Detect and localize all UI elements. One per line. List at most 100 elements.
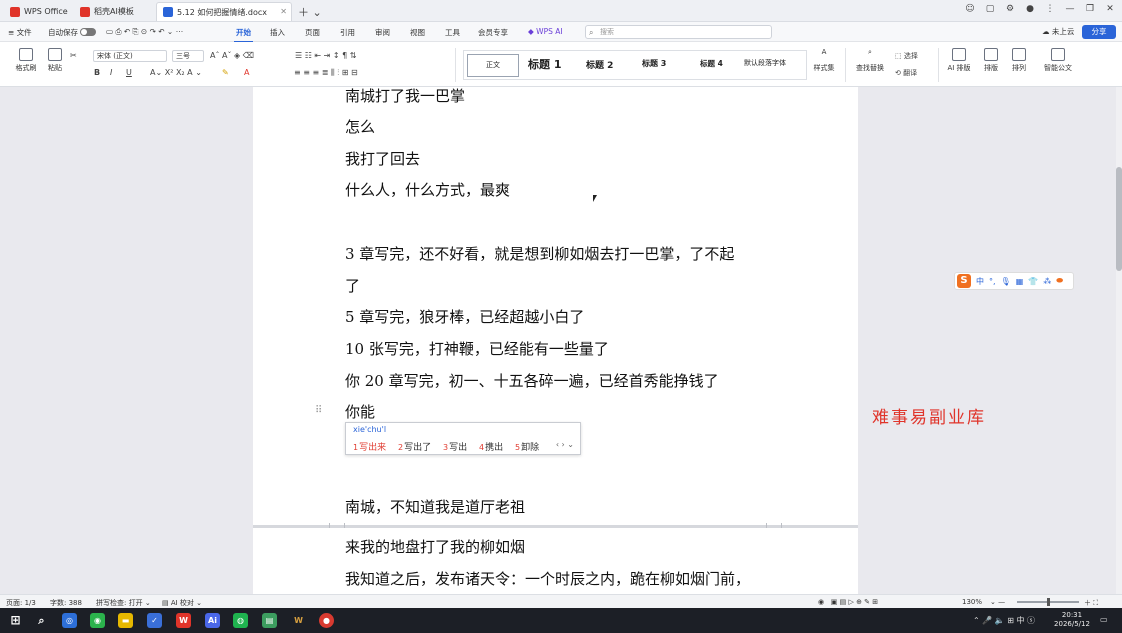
app-icon[interactable]: ◎: [62, 613, 77, 628]
ai-layout-button[interactable]: AI 排版: [944, 48, 974, 73]
microphone-icon[interactable]: 🎙: [1001, 277, 1011, 286]
quick-access-icons[interactable]: ▭ ⎙ ↶ ⎘ ⊙ ↷ ↶ ⌄ ⋯: [106, 27, 183, 37]
avatar[interactable]: ●: [1024, 4, 1036, 14]
tray-ime-mode[interactable]: 中: [1017, 616, 1025, 625]
view-mode-icons[interactable]: ◉ ▣ ▤ ▷ ⊕ ✎ ⊞: [818, 598, 878, 606]
keyboard-icon[interactable]: ▦: [1016, 277, 1024, 286]
paragraph-line[interactable]: 10 张写完，打神鞭，已经能有一些量了: [345, 338, 609, 359]
notification-icon[interactable]: ▭: [1100, 615, 1108, 624]
sogou-extra-icon[interactable]: ⬬: [1056, 276, 1063, 286]
font-size-select[interactable]: 三号: [172, 50, 204, 62]
paragraph-line[interactable]: 南城打了我一巴掌: [345, 87, 465, 106]
style-heading-4[interactable]: 标题 4: [700, 58, 723, 69]
style-heading-3[interactable]: 标题 3: [642, 58, 666, 69]
translate-button[interactable]: ⟲ 翻译: [895, 68, 917, 78]
punctuation-icon[interactable]: °,: [989, 277, 996, 286]
wps-taskbar-icon[interactable]: W: [176, 613, 191, 628]
maximize-icon[interactable]: ❐: [1084, 4, 1096, 14]
toolbox-icon[interactable]: ⁂: [1043, 277, 1051, 286]
style-normal[interactable]: 正文: [467, 54, 519, 77]
font-grow-shrink-icons[interactable]: Aˆ Aˇ ◈ ⌫: [210, 51, 254, 60]
paragraph-line[interactable]: 南城，不知道我是道厅老祖: [345, 496, 525, 517]
page-indicator[interactable]: 页面: 1/3: [6, 598, 36, 608]
bold-icon[interactable]: B: [94, 68, 100, 77]
zoom-out-icon[interactable]: ⌄ —: [990, 598, 1005, 606]
app-icon[interactable]: ✓: [147, 613, 162, 628]
tray-icons[interactable]: ⌃ 🎤 🔈 ⊞ 中 ⓢ: [973, 615, 1035, 626]
ime-candidate-2[interactable]: 2写出了: [398, 440, 431, 453]
zoom-slider-knob[interactable]: [1047, 598, 1050, 606]
paragraph-line[interactable]: 5 章写完，狼牙棒，已经超越小白了: [345, 306, 584, 327]
paragraph-drag-handle-icon[interactable]: ⠿: [315, 405, 322, 416]
style-default-paragraph-font[interactable]: 默认段落字体: [744, 58, 786, 68]
ime-candidate-1[interactable]: 1写出来: [353, 440, 386, 453]
wps-ai-button[interactable]: ◆ WPS AI: [528, 27, 563, 36]
text-effects-icons[interactable]: A⌄ X² X₂ A ⌄: [150, 68, 202, 77]
paragraph-line[interactable]: 了: [345, 275, 360, 296]
paragraph-line-current[interactable]: 你能: [345, 401, 375, 422]
new-tab-icon[interactable]: ＋ ⌄: [298, 4, 322, 20]
close-icon[interactable]: ✕: [1104, 4, 1116, 14]
app-icon[interactable]: ◉: [90, 613, 105, 628]
ime-candidate-5[interactable]: 5卸除: [515, 440, 539, 453]
close-tab-icon[interactable]: ✕: [280, 7, 287, 16]
search-icon[interactable]: ⌕: [34, 613, 49, 628]
word-count[interactable]: 字数: 388: [50, 598, 82, 608]
style-heading-2[interactable]: 标题 2: [586, 58, 613, 71]
wechat-icon[interactable]: ◍: [233, 613, 248, 628]
style-set-button[interactable]: A 样式集: [810, 48, 838, 73]
find-replace-button[interactable]: ⌕ 查找替换: [852, 48, 888, 73]
menu-item-view[interactable]: 视图: [410, 27, 425, 38]
menu-icon[interactable]: ⋮: [1044, 4, 1056, 14]
paragraph-line[interactable]: 来我的地盘打了我的柳如烟: [345, 536, 525, 557]
search-input[interactable]: ⌕ 搜索: [585, 25, 772, 39]
ime-page-nav[interactable]: ‹ › ⌄: [556, 440, 574, 449]
alignment-icons[interactable]: ≡ ≡ ≡ ≣ ⫼ ⫶ ⊞ ⊟: [294, 68, 358, 78]
file-explorer-icon[interactable]: ▬: [118, 613, 133, 628]
tab-document[interactable]: 5.12 如何把握情绪.docx ✕: [156, 2, 292, 21]
share-button[interactable]: 分享: [1082, 25, 1116, 39]
style-heading-1[interactable]: 标题 1: [528, 56, 561, 72]
document-canvas[interactable]: 南城打了我一巴掌 怎么 我打了回去 什么人，什么方式，最爽 3 章写完，还不好看…: [0, 87, 1116, 594]
menu-item-insert[interactable]: 插入: [270, 27, 285, 38]
paragraph-line[interactable]: 我知道之后，发布诸天令：一个时辰之内，跪在柳如烟门前，: [345, 568, 750, 589]
scrollbar-thumb[interactable]: [1116, 167, 1122, 271]
tab-docer[interactable]: 稻壳AI模板: [74, 2, 154, 21]
cloud-status[interactable]: ☁ 未上云: [1042, 26, 1074, 37]
select-button[interactable]: ⬚ 选择: [895, 51, 918, 61]
format-painter-button[interactable]: 格式刷: [12, 48, 40, 73]
paragraph-line[interactable]: 3 章写完，还不好看，就是想到柳如烟去打一巴掌，了不起: [345, 243, 734, 264]
tab-wps-home[interactable]: WPS Office: [4, 2, 68, 21]
app-icon[interactable]: ●: [319, 613, 334, 628]
minimize-icon[interactable]: —: [1064, 4, 1076, 14]
underline-icon[interactable]: U: [126, 68, 132, 77]
paragraph-line[interactable]: 你 20 章写完，初一、十五各碎一遍，已经首秀能挣钱了: [345, 370, 719, 391]
zoom-level[interactable]: 130%: [962, 598, 982, 606]
file-menu[interactable]: ≡ 文件: [8, 27, 32, 38]
menu-item-tools[interactable]: 工具: [445, 27, 460, 38]
paste-button[interactable]: 粘贴: [42, 48, 68, 73]
arrange-button[interactable]: 排列: [1006, 48, 1032, 73]
app-icon[interactable]: W: [291, 613, 306, 628]
font-name-select[interactable]: 宋体 (正文): [93, 50, 167, 62]
menu-item-home[interactable]: 开始: [234, 27, 253, 43]
highlight-icon[interactable]: ✎: [222, 68, 229, 77]
vertical-scrollbar[interactable]: [1116, 87, 1122, 594]
paragraph-line[interactable]: 什么人，什么方式，最爽: [345, 179, 510, 200]
skin-icon[interactable]: 👕: [1028, 277, 1038, 286]
window-mode-icon[interactable]: ▢: [984, 4, 996, 14]
system-clock[interactable]: 20:31 2026/5/12: [1054, 611, 1090, 629]
ime-mode-label[interactable]: 中: [976, 276, 984, 287]
menu-item-review[interactable]: 审阅: [375, 27, 390, 38]
layout-button[interactable]: 排版: [978, 48, 1004, 73]
ai-proofread-button[interactable]: ▤ AI 校对 ⌄: [162, 598, 202, 608]
spell-check-status[interactable]: 拼写检查: 打开 ⌄: [96, 598, 151, 608]
app-icon[interactable]: ▤: [262, 613, 277, 628]
settings-icon[interactable]: ⚙: [1004, 4, 1016, 14]
zoom-slider[interactable]: [1017, 598, 1079, 606]
smart-doc-button[interactable]: 智能公文: [1040, 48, 1076, 73]
list-icons[interactable]: ☰ ☷ ⇤ ⇥ ↕ ¶ ⇅: [295, 51, 357, 60]
menu-item-page[interactable]: 页面: [305, 27, 320, 38]
ime-candidate-4[interactable]: 4携出: [479, 440, 503, 453]
smiley-icon[interactable]: ☺: [964, 4, 976, 14]
